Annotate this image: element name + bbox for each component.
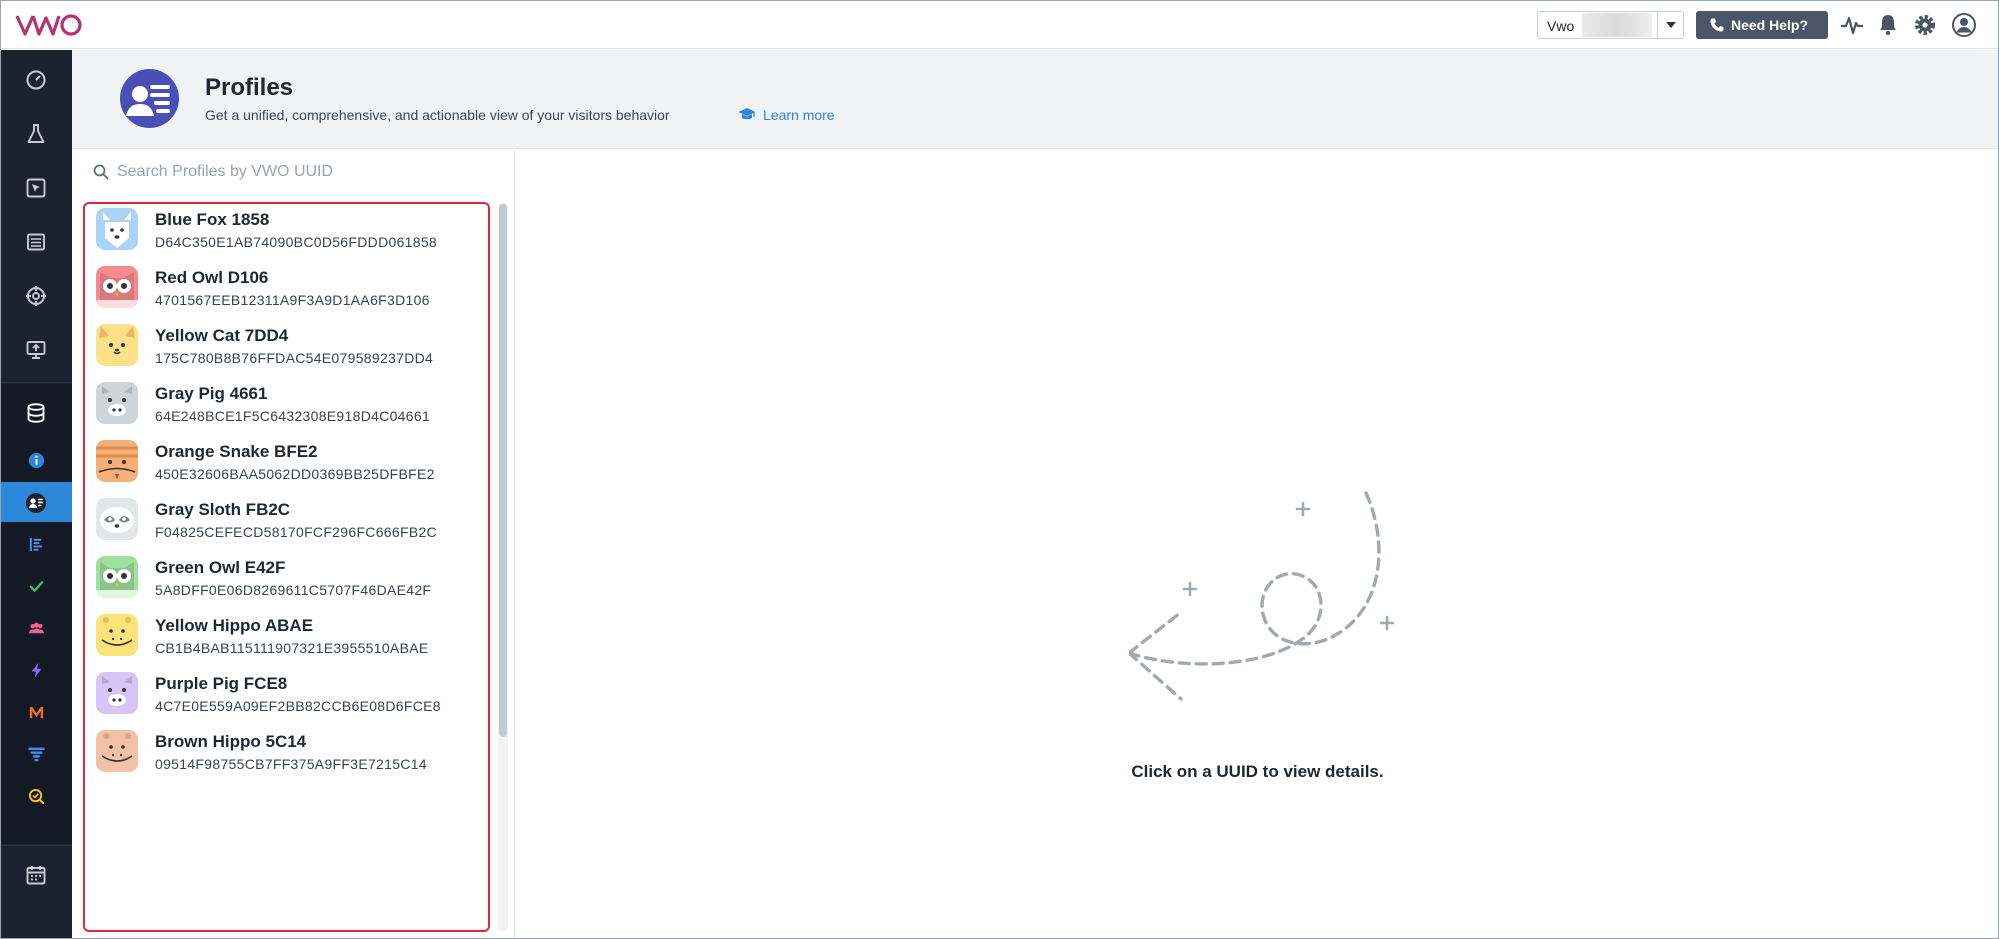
cat-avatar-icon xyxy=(96,324,138,366)
profile-row[interactable]: Brown Hippo 5C14 09514F98755CB7FF375A9FF3… xyxy=(85,719,488,793)
profile-uuid[interactable]: CB1B4BAB115111907321E3955510ABAE xyxy=(155,640,428,656)
profiles-header-icon xyxy=(120,69,179,128)
profile-name: Blue Fox 1858 xyxy=(155,210,270,229)
search-bar xyxy=(72,150,515,194)
account-id-redacted xyxy=(1582,13,1652,37)
profiles-list-panel: Blue Fox 1858 D64C350E1AB74090BC0D56FDDD0… xyxy=(72,150,515,938)
bell-icon[interactable] xyxy=(1875,12,1901,38)
nav-goals[interactable] xyxy=(1,566,72,606)
bar-list-icon xyxy=(29,537,43,552)
list-scrollbar[interactable] xyxy=(498,202,508,932)
gear-icon[interactable] xyxy=(1912,12,1938,38)
empty-state-message: Click on a UUID to view details. xyxy=(1131,762,1384,781)
check-icon xyxy=(29,581,44,592)
bolt-icon xyxy=(31,662,42,679)
profile-name: Red Owl D106 xyxy=(155,268,269,287)
sloth-avatar-icon xyxy=(96,498,138,540)
top-bar: Vwo Need Help? xyxy=(1,1,1998,49)
profile-uuid[interactable]: 5A8DFF0E06D8269611C5707F46DAE42F xyxy=(155,582,431,598)
phone-icon xyxy=(1710,18,1724,32)
profile-uuid[interactable]: 175C780B8B76FFDAC54E079589237DD4 xyxy=(155,350,433,366)
cursor-box-icon xyxy=(26,178,46,198)
nav-metrics[interactable] xyxy=(1,692,72,732)
search-input[interactable] xyxy=(117,158,497,186)
nav-events[interactable] xyxy=(1,524,72,564)
nav-deploy[interactable] xyxy=(1,329,72,369)
profile-list: Blue Fox 1858 D64C350E1AB74090BC0D56FDDD0… xyxy=(83,202,490,932)
need-help-button[interactable]: Need Help? xyxy=(1696,11,1828,39)
nav-dashboard[interactable] xyxy=(1,59,72,99)
profile-uuid[interactable]: 4C7E0E559A09EF2BB82CCB6E08D6FCE8 xyxy=(155,698,441,714)
pig-avatar-icon xyxy=(96,672,138,714)
nav-triggers[interactable] xyxy=(1,650,72,690)
account-name: Vwo xyxy=(1547,18,1575,34)
nav-targeting[interactable] xyxy=(1,275,72,315)
profile-name: Purple Pig FCE8 xyxy=(155,674,288,693)
user-avatar-icon[interactable] xyxy=(1951,12,1977,38)
m-icon xyxy=(29,706,44,719)
left-nav-sidebar xyxy=(1,50,72,938)
profiles-icon xyxy=(26,493,46,513)
users-icon xyxy=(28,622,45,634)
sidebar-divider xyxy=(1,382,72,383)
database-icon xyxy=(27,403,45,423)
profile-name: Green Owl E42F xyxy=(155,558,286,577)
profile-uuid[interactable]: 64E248BCE1F5C6432308E918D4C04661 xyxy=(155,408,430,424)
hippo-avatar-icon xyxy=(96,730,138,772)
profile-name: Gray Pig 4661 xyxy=(155,384,268,403)
nav-plan[interactable] xyxy=(1,221,72,261)
sidebar-divider xyxy=(1,845,72,846)
calendar-icon xyxy=(26,866,46,885)
presentation-icon xyxy=(26,341,46,359)
owl-avatar-icon xyxy=(96,556,138,598)
nav-segments[interactable] xyxy=(1,608,72,648)
profile-name: Yellow Hippo ABAE xyxy=(155,616,314,635)
need-help-label: Need Help? xyxy=(1731,17,1809,33)
profile-uuid[interactable]: F04825CEFECD58170FCF296FC666FB2C xyxy=(155,524,437,540)
info-icon xyxy=(28,452,45,469)
pig-avatar-icon xyxy=(96,382,138,424)
page-title: Profiles xyxy=(205,74,294,101)
nav-calendar[interactable] xyxy=(1,854,72,894)
profile-uuid[interactable]: 09514F98755CB7FF375A9FF3E7215C14 xyxy=(155,756,427,772)
dashboard-icon xyxy=(26,70,46,90)
search-icon xyxy=(93,164,109,180)
page-subtitle: Get a unified, comprehensive, and action… xyxy=(205,107,670,123)
nav-data360[interactable] xyxy=(1,392,72,432)
snake-avatar-icon xyxy=(96,440,138,482)
vwo-logo[interactable] xyxy=(15,10,85,40)
empty-state-illustration xyxy=(1129,491,1395,701)
graduation-cap-icon xyxy=(738,108,756,120)
nav-profiles[interactable] xyxy=(1,482,72,522)
learn-more-label: Learn more xyxy=(763,107,835,123)
profile-name: Yellow Cat 7DD4 xyxy=(155,326,289,345)
profile-uuid[interactable]: D64C350E1AB74090BC0D56FDDD061858 xyxy=(155,234,437,250)
flask-icon xyxy=(27,124,45,143)
profile-detail-panel: Click on a UUID to view details. xyxy=(515,150,1998,938)
account-selector[interactable]: Vwo xyxy=(1537,11,1684,39)
funnel-icon xyxy=(28,747,45,762)
profile-uuid[interactable]: 4701567EEB12311A9F3A9D1AA6F3D106 xyxy=(155,292,430,308)
app-window: Vwo Need Help? Profiles Get a unified, c… xyxy=(0,0,1999,939)
crosshair-icon xyxy=(26,286,46,306)
search-check-icon xyxy=(28,788,45,805)
nav-overview[interactable] xyxy=(1,440,72,480)
profile-name: Orange Snake BFE2 xyxy=(155,442,318,461)
page-header: Profiles Get a unified, comprehensive, a… xyxy=(72,50,1998,149)
fox-avatar-icon xyxy=(96,208,138,250)
nav-funnels[interactable] xyxy=(1,734,72,774)
chevron-down-icon[interactable] xyxy=(1657,12,1683,38)
scrollbar-thumb[interactable] xyxy=(499,204,507,737)
nav-audit[interactable] xyxy=(1,776,72,816)
profile-uuid[interactable]: 450E32606BAA5062DD0369BB25DFBFE2 xyxy=(155,466,435,482)
pulse-icon[interactable] xyxy=(1839,12,1865,38)
nav-testing[interactable] xyxy=(1,113,72,153)
profile-name: Brown Hippo 5C14 xyxy=(155,732,307,751)
profile-name: Gray Sloth FB2C xyxy=(155,500,291,519)
list-icon xyxy=(27,233,45,251)
owl-avatar-icon xyxy=(96,266,138,308)
hippo-avatar-icon xyxy=(96,614,138,656)
nav-insights[interactable] xyxy=(1,167,72,207)
